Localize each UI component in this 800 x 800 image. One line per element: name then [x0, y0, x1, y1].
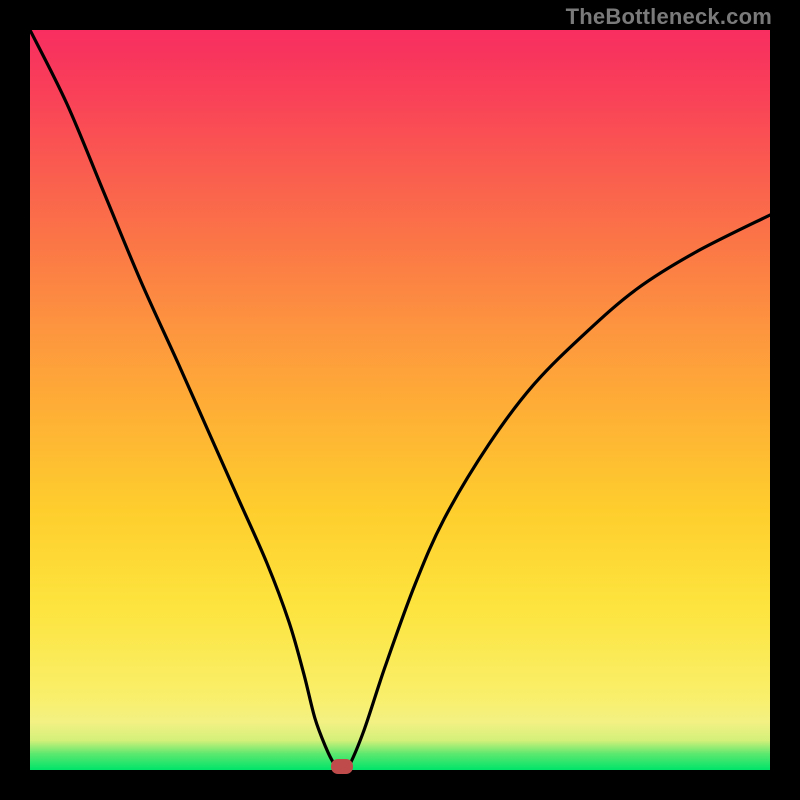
- bottleneck-curve: [30, 30, 770, 770]
- watermark-text: TheBottleneck.com: [566, 4, 772, 30]
- chart-frame: TheBottleneck.com: [0, 0, 800, 800]
- optimal-point-marker: [331, 759, 353, 774]
- plot-area: [30, 30, 770, 770]
